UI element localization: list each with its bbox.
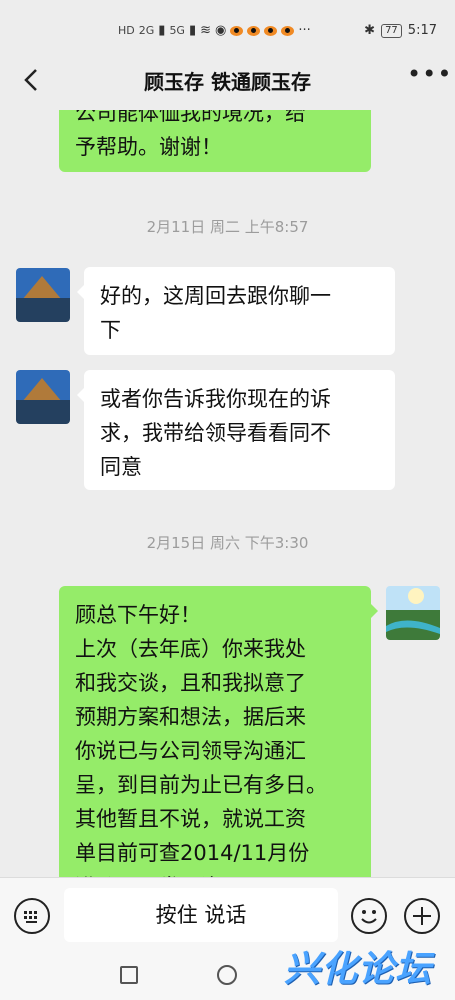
wifi-icon: ≋ [200,23,212,38]
hold-to-talk-button[interactable]: 按住 说话 [64,888,338,942]
chat-header: 顾玉存 铁通顾玉存 ••• [0,50,455,110]
hd-label: HD [118,24,135,37]
plus-icon[interactable] [404,898,440,934]
signal-5g-label: 5G [169,24,185,37]
message-bubble-incoming[interactable]: 或者你告诉我你现在的诉 求，我带给领导看看同不 同意 [77,370,395,490]
eye-notification-icon [230,25,244,36]
avatar[interactable] [386,586,440,640]
notification-icon: ◉ [215,23,227,38]
signal-2g-label: 2G [138,24,155,37]
home-button[interactable] [217,965,237,985]
watermark-logo: 兴化论坛 [284,949,433,990]
eye-notification-icon [264,25,278,36]
avatar[interactable] [16,268,70,322]
emoji-icon[interactable] [351,898,387,934]
keyboard-icon[interactable] [14,898,50,934]
message-bubble-outgoing[interactable]: 公司能体恤我的境况，给 予帮助。谢谢！ [59,110,371,172]
status-right: ✱ 77 5:17 [364,23,437,38]
more-notifications-label: ··· [298,23,311,38]
signal-icon: ▮ [188,23,197,38]
chat-title: 顾玉存 铁通顾玉存 [144,70,311,94]
more-icon[interactable]: ••• [407,62,451,94]
eye-notification-icon [247,25,261,36]
status-left: HD 2G ▮ 5G ▮ ≋ ◉ ··· [118,23,311,38]
message-bubble-outgoing[interactable]: 顾总下午好！ 上次（去年底）你来我处 和我交谈，且和我拟意了 预期方案和想法，据… [59,586,378,877]
signal-icon: ▮ [158,23,166,38]
eye-notification-icon [281,25,295,36]
message-list[interactable]: 公司能体恤我的境况，给 予帮助。谢谢！ 2月11日 周二 上午8:57 好的，这… [0,110,455,877]
battery-icon: 77 [381,23,402,38]
message-bubble-incoming[interactable]: 好的，这周回去跟你聊一 下 [77,267,395,355]
status-bar: HD 2G ▮ 5G ▮ ≋ ◉ ··· ✱ 77 5:17 [0,0,455,50]
timestamp: 2月15日 周六 下午3:30 [146,534,309,552]
bluetooth-icon: ✱ [364,23,376,38]
recents-button[interactable] [120,966,138,984]
avatar[interactable] [16,370,70,424]
timestamp: 2月11日 周二 上午8:57 [146,218,309,236]
clock: 5:17 [407,23,437,38]
